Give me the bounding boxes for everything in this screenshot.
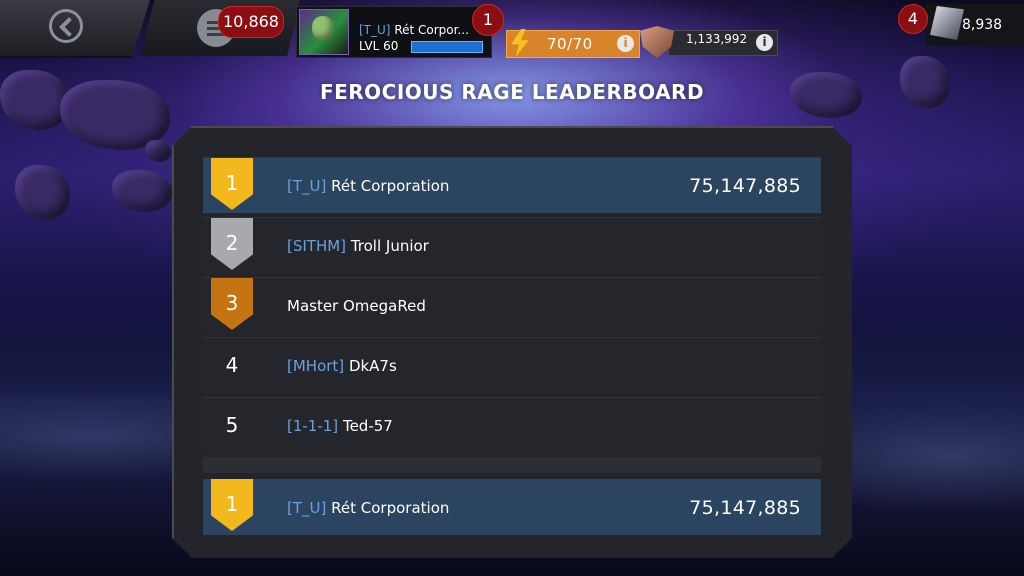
alliance-tag: [MHort]	[287, 357, 345, 375]
floating-rock	[145, 140, 171, 162]
crystal-notification-badge: 4	[898, 4, 928, 34]
alliance-tag: [1-1-1]	[287, 417, 339, 435]
battlechips-meter[interactable]: 1,133,992 i	[640, 26, 778, 58]
my-rank-row[interactable]: 1 [T_U] Rét Corporation 75,147,885	[203, 479, 821, 535]
energy-meter[interactable]: 70/70 i	[506, 29, 640, 58]
profile-name: [T_U] Rét Corpor...	[359, 23, 469, 37]
player-name: [T_U] Rét Corporation	[287, 499, 449, 517]
player-name: [SITHM] Troll Junior	[287, 237, 429, 255]
gold-rank-banner-icon: 1	[211, 158, 253, 210]
player-name-text: Master OmegaRed	[287, 297, 426, 315]
alliance-tag: [SITHM]	[287, 237, 347, 255]
rank-number: 1	[225, 492, 239, 516]
profile-notification-badge: 1	[472, 4, 504, 36]
alliance-tag: [T_U]	[287, 177, 327, 195]
page-title: FEROCIOUS RAGE LEADERBOARD	[319, 80, 705, 104]
leaderboard-row[interactable]: 2 [SITHM] Troll Junior	[203, 217, 821, 273]
floating-rock	[112, 170, 172, 212]
list-separator	[203, 457, 821, 473]
player-name: Master OmegaRed	[287, 297, 426, 315]
leaderboard-row[interactable]: 3 Master OmegaRed	[203, 277, 821, 333]
leaderboard-list[interactable]: 1 [T_U] Rét Corporation 75,147,885 2 [SI…	[203, 157, 821, 479]
player-name-text: Rét Corporation	[331, 499, 450, 517]
profile-level: LVL 60	[359, 39, 399, 53]
player-name-text: DkA7s	[348, 357, 397, 375]
alliance-tag: [T_U]	[287, 499, 327, 517]
top-bar: 10,868 [T_U] Rét Corpor... LVL 60 1 70/7…	[0, 0, 1024, 58]
rank-number: 3	[225, 291, 239, 315]
profile-player-name: Rét Corpor...	[394, 23, 469, 37]
battlechips-value: 1,133,992	[686, 32, 748, 46]
bronze-rank-banner-icon: 3	[211, 278, 253, 330]
leaderboard-row[interactable]: 1 [T_U] Rét Corporation 75,147,885	[203, 157, 821, 213]
player-score: 75,147,885	[689, 175, 801, 197]
player-name: [T_U] Rét Corporation	[287, 177, 449, 195]
rank-number: 1	[225, 171, 239, 195]
gold-rank-banner-icon: 1	[211, 479, 253, 531]
player-score: 75,147,885	[689, 497, 801, 519]
player-name-text: Rét Corporation	[331, 177, 450, 195]
player-name-text: Troll Junior	[350, 237, 429, 255]
floating-rock	[15, 165, 70, 220]
leaderboard-row[interactable]: 4 [MHort] DkA7s	[203, 337, 821, 393]
profile-alliance-tag: [T_U]	[359, 23, 391, 37]
rank-number: 2	[225, 231, 239, 255]
battlechips-info-icon[interactable]: i	[756, 34, 773, 51]
avatar[interactable]	[299, 9, 349, 55]
player-name: [1-1-1] Ted-57	[287, 417, 393, 435]
leaderboard-row[interactable]: 5 [1-1-1] Ted-57	[203, 397, 821, 453]
back-arrow-icon[interactable]	[49, 9, 83, 43]
rank-number: 5	[225, 413, 239, 437]
profile-card[interactable]: [T_U] Rét Corpor... LVL 60	[296, 6, 492, 58]
rank-number: 4	[225, 353, 239, 377]
energy-value: 70/70	[547, 35, 593, 53]
lightning-icon	[511, 29, 529, 57]
player-name-text: Ted-57	[342, 417, 393, 435]
xp-bar	[411, 41, 483, 53]
gold-value: 8,938	[962, 17, 1003, 33]
units-count-badge: 10,868	[218, 6, 284, 38]
energy-info-icon[interactable]: i	[617, 35, 634, 52]
silver-rank-banner-icon: 2	[211, 218, 253, 270]
player-name: [MHort] DkA7s	[287, 357, 397, 375]
